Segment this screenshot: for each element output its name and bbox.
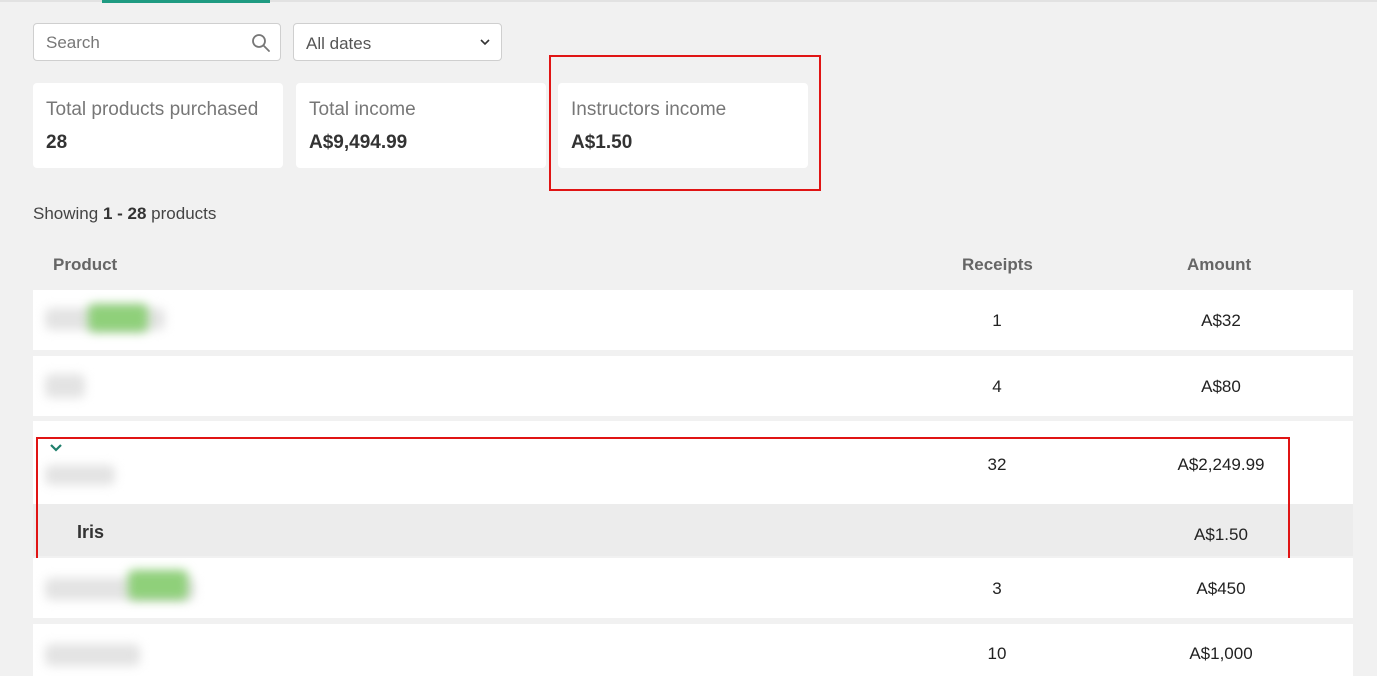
card-label: Total income [309, 99, 416, 120]
column-header-product[interactable]: Product [53, 255, 117, 275]
redacted-product-name [45, 644, 140, 666]
instructor-amount: A$1.50 [1194, 525, 1248, 544]
amount-cell: A$1,000 [1189, 644, 1253, 663]
instructors-income-card: Instructors income A$1.50 [558, 83, 808, 168]
table-row-expanded[interactable]: 32 A$2,249.99 [33, 421, 1353, 504]
card-value: A$9,494.99 [309, 132, 408, 153]
results-range: 1 - 28 [102, 204, 147, 223]
table-row[interactable]: 3 A$450 [33, 558, 1353, 618]
search-box[interactable] [33, 23, 281, 61]
total-income-card: Total income A$9,494.99 [296, 83, 546, 168]
receipts-cell: 4 [992, 377, 1002, 396]
instructor-name: Iris [77, 522, 105, 542]
card-label: Instructors income [571, 99, 727, 120]
redacted-product-name [45, 465, 115, 485]
date-filter-select[interactable]: All dates [293, 23, 502, 61]
amount-cell: A$80 [1201, 377, 1241, 396]
amount-cell: A$450 [1196, 579, 1246, 598]
search-icon[interactable] [251, 33, 271, 53]
receipts-cell: 1 [992, 311, 1002, 330]
receipts-cell: 32 [987, 455, 1007, 474]
table-row[interactable]: 4 A$80 [33, 356, 1353, 416]
card-value: A$1.50 [571, 132, 633, 153]
date-filter-value: All dates [306, 34, 372, 53]
chevron-down-icon [480, 39, 490, 46]
total-products-card: Total products purchased 28 [33, 83, 283, 168]
amount-cell: A$32 [1201, 311, 1241, 330]
results-prefix: Showing [33, 204, 99, 223]
receipts-cell: 3 [992, 579, 1002, 598]
table-row[interactable]: 1 A$32 [33, 290, 1353, 350]
results-count: Showing 1 - 28 products [33, 204, 216, 224]
column-header-receipts[interactable]: Receipts [962, 255, 1033, 275]
redacted-product-name [45, 374, 85, 398]
card-label: Total products purchased [46, 99, 259, 120]
results-suffix: products [151, 204, 217, 223]
search-input[interactable] [46, 33, 246, 53]
amount-cell: A$2,249.99 [1177, 455, 1265, 474]
redacted-product-badge [128, 570, 188, 600]
active-tab-indicator [102, 0, 270, 3]
receipts-cell: 10 [987, 644, 1007, 663]
table-row[interactable]: 10 A$1,000 [33, 624, 1353, 676]
instructor-subrow: Iris A$1.50 [33, 504, 1353, 556]
card-value: 28 [46, 132, 68, 153]
chevron-down-icon[interactable] [49, 443, 63, 453]
column-header-amount[interactable]: Amount [1187, 255, 1251, 275]
redacted-product-badge [88, 304, 148, 332]
